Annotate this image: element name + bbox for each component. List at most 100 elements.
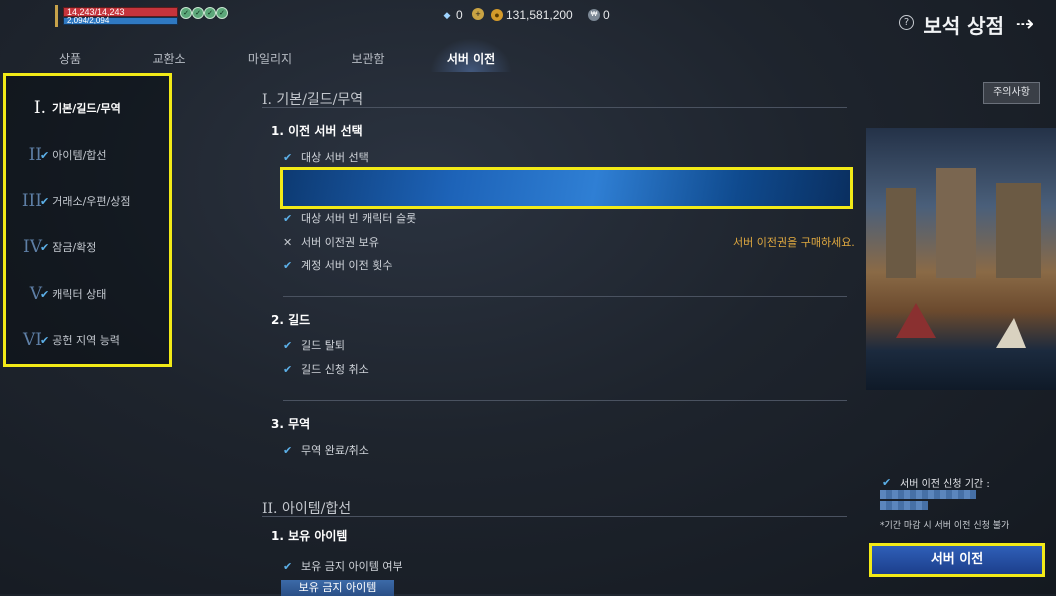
check-icon: ✔ xyxy=(283,338,293,352)
nav-numeral: III xyxy=(21,191,42,211)
divider xyxy=(262,107,847,108)
nav-numeral: IV xyxy=(23,237,42,257)
check-icon: ✔ xyxy=(40,287,50,301)
nav-label: 아이템/합선 xyxy=(52,149,107,162)
castle-illustration xyxy=(866,128,1056,390)
period-dates-redacted xyxy=(880,501,928,510)
section-heading: I. 기본/길드/무역 xyxy=(262,92,364,108)
castle-tower xyxy=(936,168,976,278)
castle-tower xyxy=(886,188,916,278)
check-icon: ✔ xyxy=(283,150,293,164)
mp-text: 2,094/2,094 xyxy=(67,16,110,25)
nav-basic-guild-trade[interactable]: I. 기본/길드/무역 xyxy=(24,96,164,120)
buff-icon[interactable]: ✓ xyxy=(216,7,228,19)
requirement-label: 무역 완료/취소 xyxy=(301,444,369,457)
divider xyxy=(283,400,847,401)
nav-lock-confirm[interactable]: IV ✔ 잠금/확정 xyxy=(20,235,160,259)
buff-icon[interactable]: ✓ xyxy=(204,7,216,19)
gem-currency: ◆ 0 xyxy=(441,8,463,22)
page-title: 보석 상점 xyxy=(923,14,1004,38)
subsection-heading: 1. 보유 아이템 xyxy=(271,529,348,543)
check-icon: ✔ xyxy=(40,194,50,208)
buff-icon[interactable]: ✓ xyxy=(192,7,204,19)
requirement-label: 길드 탈퇴 xyxy=(301,339,345,352)
requirement-item: ✔ 길드 탈퇴 xyxy=(283,337,345,353)
requirement-item: ✔ 보유 금지 아이템 여부 xyxy=(283,558,403,574)
period-label: 서버 이전 신청 기간 : xyxy=(900,479,990,490)
tab-server-transfer[interactable]: 서버 이전 xyxy=(440,50,502,67)
cross-icon: ✕ xyxy=(283,235,293,249)
subsection-heading: 2. 길드 xyxy=(271,313,311,327)
nav-character-status[interactable]: V ✔ 캐릭터 상태 xyxy=(20,282,160,306)
requirement-item: ✕ 서버 이전권 보유 xyxy=(283,234,379,250)
diamond-icon: ◆ xyxy=(443,10,451,20)
notice-button[interactable]: 주의사항 xyxy=(983,82,1040,104)
gem-amount: 0 xyxy=(456,8,463,22)
requirement-item: ✔ 대상 서버 빈 캐릭터 슬롯 xyxy=(283,210,416,226)
check-icon: ✔ xyxy=(882,476,892,489)
subsection-heading: 1. 이전 서버 선택 xyxy=(271,124,363,138)
gold-coin-icon: ● xyxy=(491,9,503,21)
buff-icon[interactable]: ✓ xyxy=(180,7,192,19)
requirement-item: ✔ 계정 서버 이전 횟수 xyxy=(283,257,392,273)
period-note: *기간 마감 시 서버 이전 신청 불가 xyxy=(880,521,1010,531)
nav-label: 캐릭터 상태 xyxy=(52,288,107,301)
check-icon: ✔ xyxy=(283,559,293,573)
requirement-label: 보유 금지 아이템 여부 xyxy=(301,560,403,573)
help-icon[interactable]: ? xyxy=(899,15,914,30)
subsection-heading: 3. 무역 xyxy=(271,417,311,431)
token-icon: ₩ xyxy=(588,9,600,21)
divider xyxy=(283,296,847,297)
requirement-label: 서버 이전권 보유 xyxy=(301,236,379,249)
check-icon: ✔ xyxy=(283,258,293,272)
check-icon: ✔ xyxy=(40,333,50,347)
check-icon: ✔ xyxy=(283,362,293,376)
nav-items-merge[interactable]: II ✔ 아이템/합선 xyxy=(20,143,160,167)
nav-label: 기본/길드/무역 xyxy=(52,102,121,115)
exit-arrow-icon[interactable]: ⇢ xyxy=(1016,12,1034,37)
nav-market-mail-shop[interactable]: III ✔ 거래소/우편/상점 xyxy=(20,189,160,213)
period-dates-redacted xyxy=(880,490,976,499)
nav-label: 공헌 지역 능력 xyxy=(52,334,120,347)
requirement-label: 길드 신청 취소 xyxy=(301,363,369,376)
tab-mileage[interactable]: 마일리지 xyxy=(240,50,300,67)
nav-label: 잠금/확정 xyxy=(52,241,97,254)
check-icon: ✔ xyxy=(40,240,50,254)
nav-numeral: VI xyxy=(23,330,42,350)
ship-sail xyxy=(996,318,1026,348)
gold-amount: 131,581,200 xyxy=(506,8,573,22)
target-server-dropdown[interactable] xyxy=(280,167,853,209)
requirement-label: 대상 서버 선택 xyxy=(301,151,369,164)
nav-numeral: V xyxy=(29,284,42,304)
token-amount: 0 xyxy=(603,8,610,22)
check-icon: ✔ xyxy=(283,211,293,225)
requirement-label: 계정 서버 이전 횟수 xyxy=(301,259,393,272)
nav-contribution-ability[interactable]: VI ✔ 공헌 지역 능력 xyxy=(20,328,160,352)
token-currency: ₩ 0 xyxy=(588,8,610,22)
gold-currency: ● 131,581,200 xyxy=(491,8,573,22)
section-heading: II. 아이템/합선 xyxy=(262,501,352,517)
tab-products[interactable]: 상품 xyxy=(50,50,90,67)
server-transfer-button[interactable]: 서버 이전 xyxy=(869,543,1045,577)
requirement-item: ✔ 대상 서버 선택 xyxy=(283,149,369,165)
tab-storage[interactable]: 보관함 xyxy=(343,50,393,67)
ship-sail xyxy=(896,303,936,338)
player-level-marker xyxy=(55,5,58,27)
application-period: ✔ 서버 이전 신청 기간 : xyxy=(882,475,990,490)
nav-label: 거래소/우편/상점 xyxy=(52,195,131,208)
check-icon: ✔ xyxy=(40,148,50,162)
purchase-warning[interactable]: 서버 이전권을 구매하세요. xyxy=(733,234,855,250)
add-currency-button[interactable]: + xyxy=(472,8,484,20)
hp-text: 14,243/14,243 xyxy=(67,7,125,17)
requirement-label: 대상 서버 빈 캐릭터 슬롯 xyxy=(301,212,417,225)
mp-bar: 2,094/2,094 xyxy=(63,17,178,25)
castle-tower xyxy=(996,183,1041,278)
nav-numeral: I. xyxy=(33,98,46,118)
divider xyxy=(262,516,847,517)
requirement-item: ✔ 무역 완료/취소 xyxy=(283,442,369,458)
plus-icon: + xyxy=(472,8,484,20)
nav-numeral: II xyxy=(28,145,42,165)
tab-exchange[interactable]: 교환소 xyxy=(144,50,194,67)
requirement-item: ✔ 길드 신청 취소 xyxy=(283,361,369,377)
check-icon: ✔ xyxy=(283,443,293,457)
